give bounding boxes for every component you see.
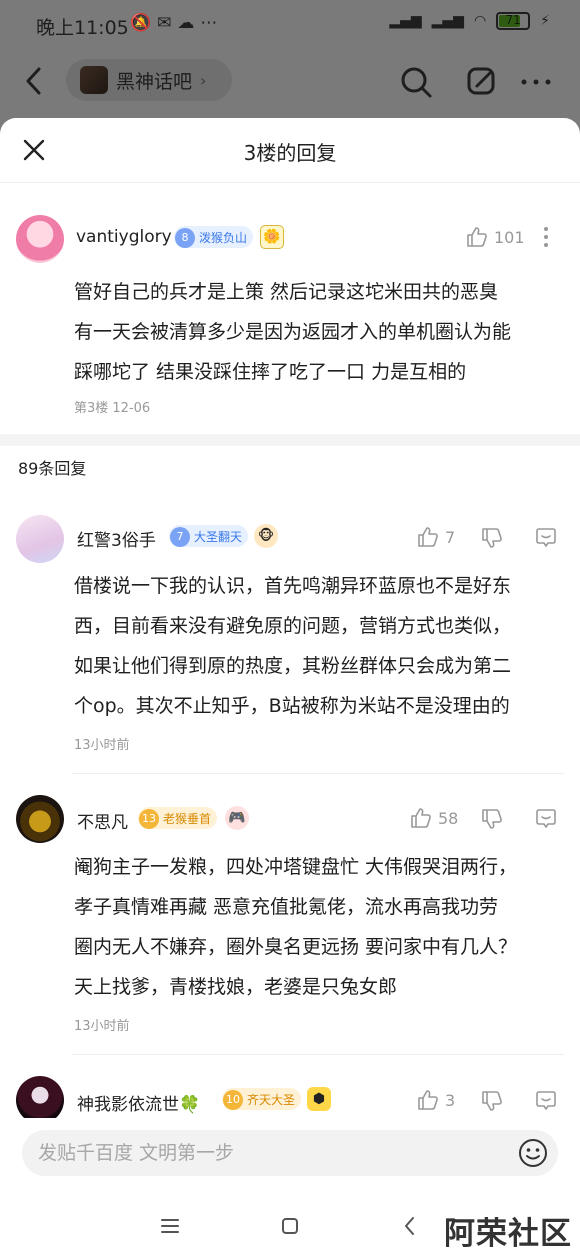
reply-body: 阉狗主子一发粮，四处冲塔键盘忙 大伟假哭泪两行， 孝子真情难再藏 恶意充值批氪佬… — [74, 847, 568, 1007]
charging-icon: ⚡ — [540, 13, 550, 29]
level-number: 13 — [139, 808, 159, 829]
thumbs-up-icon — [418, 527, 438, 547]
medal-icon: 🎮 — [225, 806, 249, 830]
like-count: 3 — [445, 1090, 456, 1110]
section-divider — [0, 434, 580, 446]
reply-line: 西，目前看来没有避免原的问题，营销方式也类似， — [74, 615, 512, 637]
wifi-icon: ◠ — [473, 13, 487, 29]
sheet-title: 3楼的回复 — [243, 141, 337, 165]
sheet-header: 3楼的回复 — [0, 118, 580, 183]
like-count: 101 — [494, 227, 525, 247]
level-number: 8 — [175, 227, 195, 248]
post-line: 有一天会被清算多少是因为返园才入的单机圈认为能 — [74, 321, 512, 343]
reply-line: 天上找爹，青楼找娘，老婆是只兔女郎 — [74, 976, 398, 998]
like-button[interactable]: 3 — [416, 1088, 455, 1112]
search-icon[interactable] — [398, 64, 434, 100]
divider — [72, 773, 564, 774]
reply-sheet: 3楼的回复 vantiyglory 8 泼猴负山 🌼 101 管好自己的兵才是上策… — [0, 118, 580, 1257]
watermark: 阿荣社区 — [444, 1216, 572, 1252]
post-line: 管好自己的兵才是上策 然后记录这坨米田共的恶臭 — [74, 281, 499, 303]
level-badge: 7 大圣翻天 — [169, 525, 249, 547]
reply-comment-icon[interactable] — [534, 807, 558, 831]
reply-time: 13小时前 — [74, 1019, 130, 1034]
avatar[interactable] — [16, 1076, 64, 1124]
like-button[interactable]: 101 — [465, 225, 525, 249]
medal-icon: 🌼 — [260, 225, 284, 249]
system-nav-bar: 阿荣社区 — [0, 1196, 580, 1257]
back-nav-icon[interactable] — [398, 1214, 422, 1238]
reply-line: 阉狗主子一发粮，四处冲塔键盘忙 大伟假哭泪两行， — [74, 856, 518, 878]
like-count: 7 — [445, 527, 456, 547]
level-number: 10 — [223, 1089, 243, 1110]
level-title: 大圣翻天 — [194, 529, 243, 544]
level-badge: 8 泼猴负山 — [174, 226, 254, 248]
comment-input[interactable] — [38, 1130, 498, 1176]
avatar[interactable] — [16, 795, 64, 843]
back-icon[interactable] — [22, 65, 46, 97]
reply-line: 个op。其次不止知乎，B站被称为米站不是没理由的 — [74, 695, 510, 717]
battery-icon: 71 — [496, 12, 531, 30]
medal-icon: ⬢ — [307, 1087, 331, 1111]
thumbs-down-icon[interactable] — [480, 526, 504, 550]
reply-line: 圈内无人不嫌弃，圈外臭名更远扬 要问家中有几人？ — [74, 936, 518, 958]
username[interactable]: 红警3俗手 — [77, 526, 156, 551]
thumbs-up-icon — [467, 227, 487, 247]
more-vertical-icon[interactable] — [534, 225, 558, 249]
edit-icon[interactable] — [464, 64, 500, 100]
forum-avatar — [80, 66, 108, 94]
reply-body: 借楼说一下我的认识，首先鸣潮异环蓝原也不是好东 西，目前看来没有避免原的问题，营… — [74, 566, 568, 726]
cloud-icon: ☁ — [177, 13, 201, 33]
level-title: 老猴垂首 — [163, 811, 212, 826]
forum-name: 黑神话吧 — [116, 70, 193, 93]
battery-level: 71 — [505, 13, 521, 27]
thumbs-up-icon — [418, 1090, 438, 1110]
like-button[interactable]: 7 — [416, 525, 455, 549]
like-button[interactable]: 58 — [409, 806, 458, 830]
thumbs-down-icon[interactable] — [480, 1089, 504, 1113]
like-count: 58 — [438, 808, 459, 828]
username[interactable]: vantiyglory — [76, 227, 172, 247]
system-icons: ▂▄▆ ▂▄▆ ◠ 71 ⚡ — [389, 12, 550, 30]
emoji-icon[interactable] — [518, 1138, 548, 1168]
avatar[interactable] — [16, 515, 64, 563]
status-time: 晚上11:05 — [36, 17, 129, 39]
level-title: 齐天大圣 — [247, 1092, 296, 1107]
username[interactable]: 神我影依流世🍀 — [77, 1090, 200, 1115]
comment-input-bar — [22, 1130, 558, 1176]
reply-line: 如果让他们得到原的热度，其粉丝群体只会成为第二 — [74, 655, 512, 677]
reply-line: 借楼说一下我的认识，首先鸣潮异环蓝原也不是好东 — [74, 575, 512, 597]
post-meta: 第3楼 12-06 — [74, 401, 151, 416]
reply-line: 孝子真情难再藏 恶意充值批氪佬，流水再高我功劳 — [74, 896, 499, 918]
thumbs-down-icon[interactable] — [480, 807, 504, 831]
avatar[interactable] — [16, 215, 64, 263]
level-title: 泼猴负山 — [199, 230, 248, 245]
level-number: 7 — [170, 526, 190, 547]
more-icon[interactable] — [518, 64, 554, 100]
menu-icon[interactable] — [158, 1214, 182, 1238]
level-badge: 13 老猴垂首 — [138, 807, 218, 829]
username[interactable]: 不思凡 — [77, 808, 128, 833]
main-post: vantiyglory 8 泼猴负山 🌼 101 管好自己的兵才是上策 然后记录这… — [0, 183, 580, 434]
post-line: 踩哪坨了 结果没踩住摔了吃了一口 力是互相的 — [74, 361, 467, 383]
divider — [72, 1054, 564, 1055]
reply-time: 13小时前 — [74, 738, 130, 753]
chevron-right-icon: › — [200, 70, 207, 90]
reply-comment-icon[interactable] — [534, 526, 558, 550]
reply-count: 89条回复 — [18, 459, 87, 478]
forum-pill[interactable]: 黑神话吧 › — [66, 59, 232, 101]
signal-icon-2: ▂▄▆ — [431, 13, 464, 29]
post-body: 管好自己的兵才是上策 然后记录这坨米田共的恶臭 有一天会被清算多少是因为返园才入… — [74, 272, 568, 392]
thumbs-up-icon — [411, 808, 431, 828]
home-icon[interactable] — [278, 1214, 302, 1238]
more-dots-icon: ⋯ — [200, 13, 224, 33]
notification-icons: 🔕✉☁⋯ — [130, 13, 223, 33]
medal-icon: 🐵 — [254, 524, 278, 548]
mute-bell-icon: 🔕 — [130, 13, 158, 33]
status-bar: 晚上11:05 🔕✉☁⋯ ▂▄▆ ▂▄▆ ◠ 71 ⚡ — [0, 0, 580, 50]
reply-comment-icon[interactable] — [534, 1089, 558, 1113]
app-header: 黑神话吧 › — [0, 50, 580, 118]
message-icon: ✉ — [157, 13, 178, 33]
signal-icon: ▂▄▆ — [389, 13, 422, 29]
level-badge: 10 齐天大圣 — [222, 1088, 302, 1110]
